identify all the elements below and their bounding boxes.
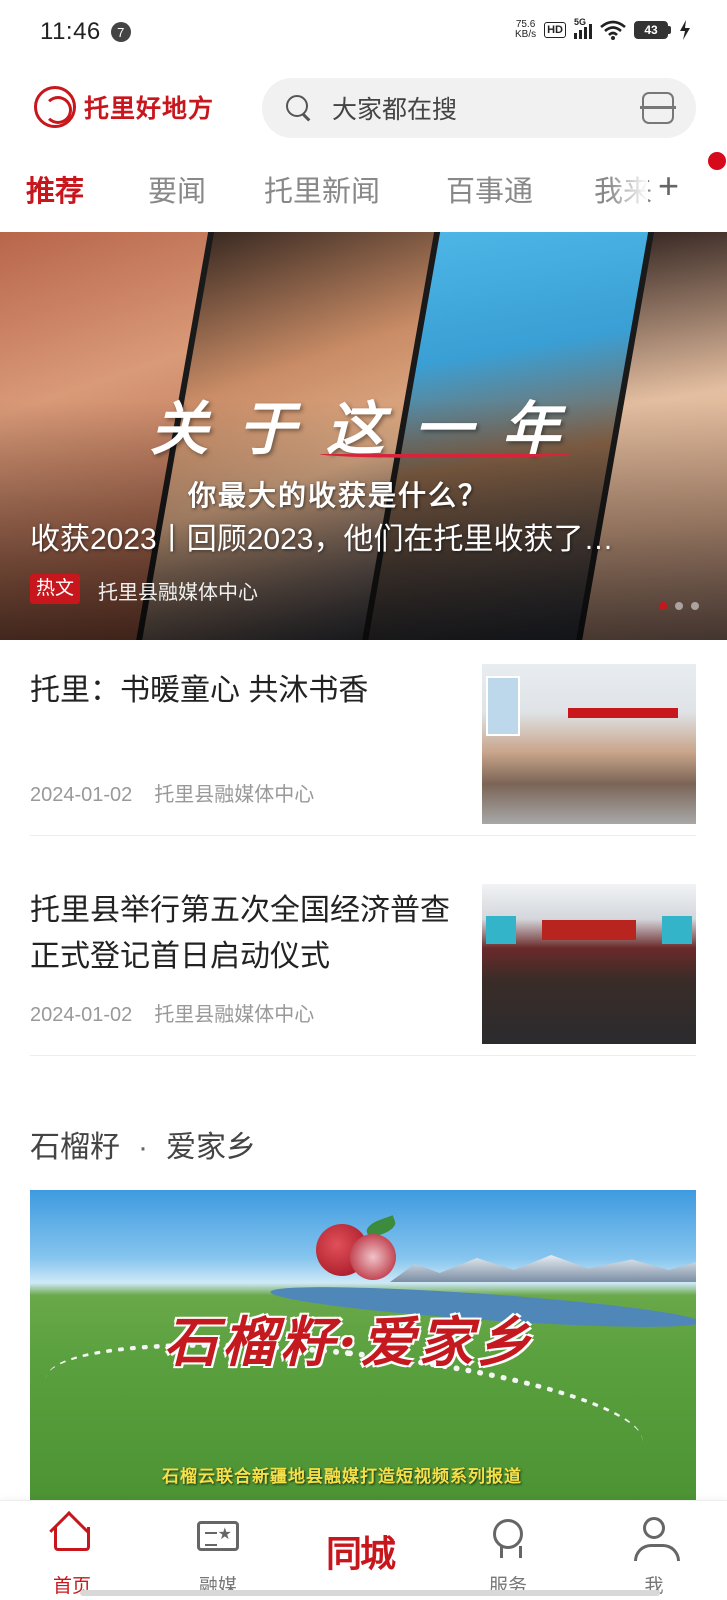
news-title: 托里县举行第五次全国经济普查正式登记首日启动仪式 (30, 894, 450, 973)
thumb-detail (486, 676, 520, 736)
home-indicator[interactable] (80, 1590, 660, 1596)
app-header: 托里好地方 大家都在搜 (0, 76, 727, 140)
news-source: 托里县融媒体中心 (154, 1004, 315, 1026)
channel-tabs: 推荐 要闻 托里新闻 百事通 我来 + (0, 160, 727, 216)
hero-banner[interactable]: 关于这一年 你最大的收获是什么？ 收获2023丨回顾2023，他们在托里收获了…… (0, 232, 727, 640)
charging-icon (680, 20, 690, 40)
nav-home[interactable]: 首页 (22, 1515, 122, 1597)
section-title-left: 石榴籽 (30, 1131, 120, 1164)
service-icon (493, 1519, 523, 1558)
nav-me[interactable]: 我 (604, 1515, 704, 1597)
scan-icon[interactable] (640, 92, 676, 124)
signal-icon: 5G (574, 17, 592, 39)
promo-banner[interactable]: 石榴籽·爱家乡 石榴云联合新疆地县融媒打造短视频系列报道 (30, 1190, 696, 1500)
carousel-indicator (659, 602, 699, 610)
thumb-detail (542, 920, 636, 940)
news-meta: 2024-01-02 托里县融媒体中心 (30, 998, 314, 1027)
logo-text: 托里好地方 (84, 95, 215, 123)
status-time: 11:46 (40, 18, 101, 45)
section-title-right: 爱家乡 (166, 1131, 256, 1164)
promo-mountains (390, 1255, 696, 1282)
section-title-separator: · (138, 1131, 148, 1164)
status-bar: 11:46 7 75.6 KB/s HD 5G 43 (0, 0, 727, 64)
add-tab-icon[interactable]: + (658, 166, 679, 206)
search-placeholder: 大家都在搜 (332, 96, 458, 124)
network-speed-unit: KB/s (514, 29, 537, 40)
home-icon (54, 1527, 90, 1551)
nav-service[interactable]: 服务 (458, 1515, 558, 1597)
news-title: 托里：书暖童心 共沐书香 (30, 674, 369, 707)
tab-baishitong[interactable]: 百事通 (446, 168, 533, 210)
search-icon (286, 95, 312, 121)
divider (30, 1055, 696, 1056)
battery-level: 43 (634, 21, 668, 39)
bottom-navigation: 首页 融媒 同城 服务 我 (0, 1500, 727, 1600)
status-indicators: 75.6 KB/s HD 5G 43 (515, 17, 691, 40)
floating-red-dot[interactable] (708, 152, 726, 170)
hd-icon: HD (544, 22, 566, 38)
thumb-detail (568, 708, 678, 718)
signal-type-label: 5G (574, 17, 587, 27)
carousel-dot (691, 602, 699, 610)
carousel-dot (659, 602, 667, 610)
nav-city-logo: 同城 (325, 1533, 396, 1575)
news-date: 2024-01-02 (30, 1004, 133, 1026)
notification-count-badge: 7 (110, 22, 131, 42)
hero-source: 托里县融媒体中心 (98, 582, 258, 604)
news-date: 2024-01-02 (30, 784, 133, 806)
news-meta: 2024-01-02 托里县融媒体中心 (30, 778, 314, 807)
thumb-detail (486, 916, 516, 944)
news-item[interactable]: 托里县举行第五次全国经济普查正式登记首日启动仪式 2024-01-02 托里县融媒… (30, 860, 696, 1056)
wifi-icon (600, 20, 626, 40)
divider (30, 835, 696, 836)
section-title[interactable]: 石榴籽 · 爱家乡 (30, 1122, 256, 1166)
battery-icon: 43 (634, 21, 671, 39)
hero-underline (320, 450, 570, 458)
news-item[interactable]: 托里：书暖童心 共沐书香 2024-01-02 托里县融媒体中心 (30, 640, 696, 836)
media-icon (197, 1521, 239, 1551)
thumb-detail (662, 916, 692, 944)
news-thumbnail (482, 884, 696, 1044)
hero-title: 收获2023丨回顾2023，他们在托里收获了… (30, 523, 614, 556)
tab-tuoli-news[interactable]: 托里新闻 (264, 168, 380, 210)
news-source: 托里县融媒体中心 (154, 784, 315, 806)
nav-city[interactable]: 同城 (310, 1515, 410, 1595)
logo-emblem-icon (34, 86, 76, 128)
news-thumbnail (482, 664, 696, 824)
pomegranate-icon (350, 1234, 396, 1280)
hero-question: 你最大的收获是什么？ (188, 480, 489, 511)
promo-title: 石榴籽·爱家乡 (164, 1310, 535, 1374)
tab-recommend[interactable]: 推荐 (26, 168, 84, 210)
tab-fade-overlay (608, 160, 648, 216)
app-logo[interactable]: 托里好地方 (34, 86, 214, 128)
carousel-dot (675, 602, 683, 610)
network-speed: 75.6 KB/s (515, 20, 536, 40)
tab-headlines[interactable]: 要闻 (148, 168, 206, 210)
promo-caption: 石榴云联合新疆地县融媒打造短视频系列报道 (162, 1467, 522, 1486)
profile-icon (634, 1517, 680, 1561)
nav-media[interactable]: 融媒 (168, 1515, 268, 1597)
search-bar[interactable]: 大家都在搜 (262, 78, 696, 138)
hot-tag-badge: 热文 (30, 574, 81, 604)
